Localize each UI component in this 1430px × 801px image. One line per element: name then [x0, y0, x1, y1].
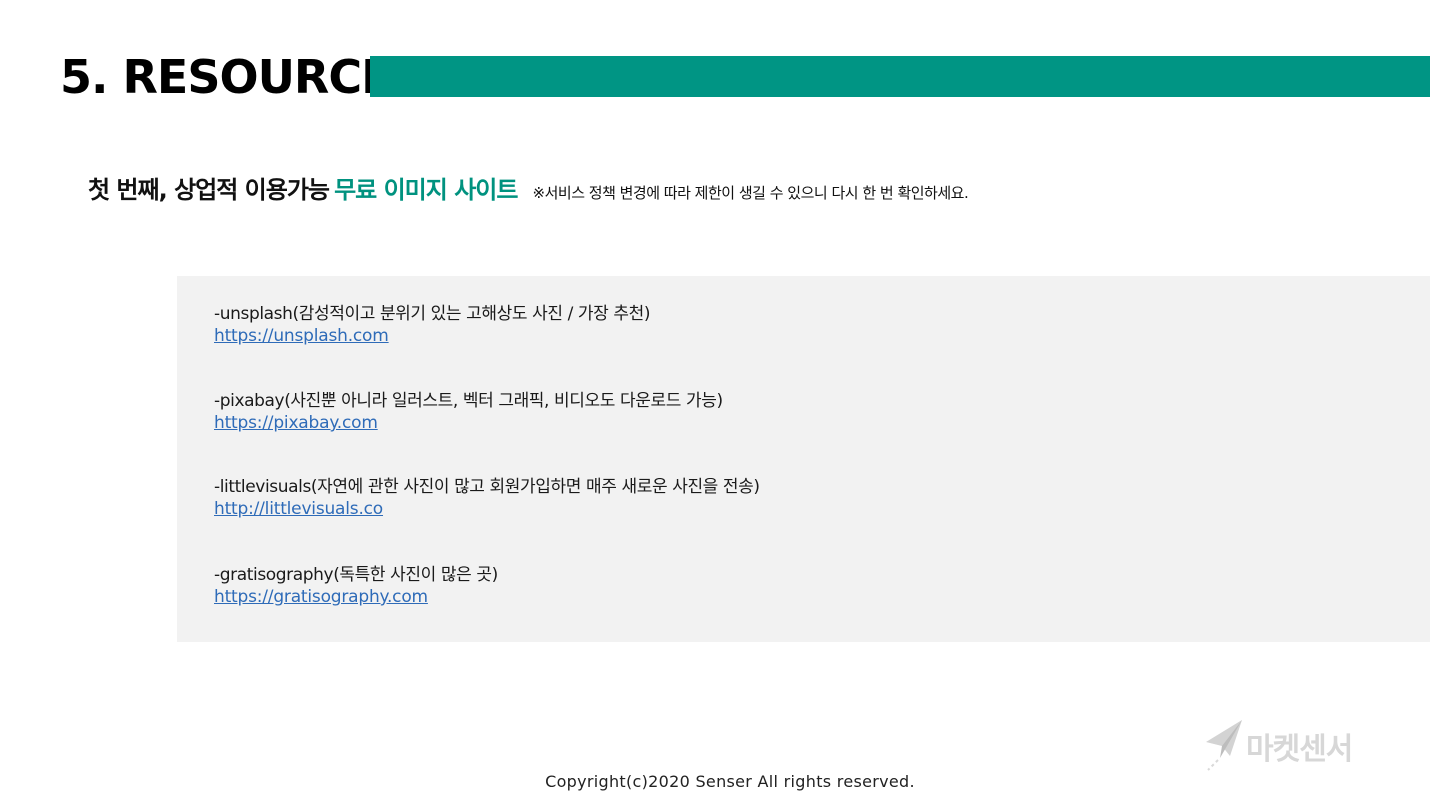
subtitle-accent: 무료 이미지 사이트 [334, 176, 518, 204]
resource-link-unsplash[interactable]: https://unsplash.com [214, 325, 389, 347]
resource-description: -unsplash(감성적이고 분위기 있는 고해상도 사진 / 가장 추천) [214, 304, 651, 324]
page-title: 5. RESOURCE [60, 50, 393, 104]
resource-description: -littlevisuals(자연에 관한 사진이 많고 회원가입하면 매주 새… [214, 477, 760, 497]
header-accent-bar [370, 56, 1430, 97]
resource-item-unsplash: -unsplash(감성적이고 분위기 있는 고해상도 사진 / 가장 추천) … [214, 303, 651, 347]
section-subtitle: 첫 번째, 상업적 이용가능 무료 이미지 사이트 ※서비스 정책 변경에 따라… [88, 170, 969, 205]
subtitle-note: ※서비스 정책 변경에 따라 제한이 생길 수 있으니 다시 한 번 확인하세요… [532, 184, 969, 202]
watermark-text: 마켓센서 [1246, 732, 1353, 767]
resource-item-pixabay: -pixabay(사진뿐 아니라 일러스트, 벡터 그래픽, 비디오도 다운로드… [214, 390, 723, 434]
resource-item-gratisography: -gratisography(독특한 사진이 많은 곳) https://gra… [214, 564, 498, 608]
resource-link-gratisography[interactable]: https://gratisography.com [214, 586, 428, 608]
resource-item-littlevisuals: -littlevisuals(자연에 관한 사진이 많고 회원가입하면 매주 새… [214, 476, 760, 520]
resource-description: -pixabay(사진뿐 아니라 일러스트, 벡터 그래픽, 비디오도 다운로드… [214, 391, 723, 411]
resource-link-littlevisuals[interactable]: http://littlevisuals.co [214, 498, 383, 520]
paper-plane-icon [1204, 716, 1244, 776]
subtitle-lead: 첫 번째, 상업적 이용가능 [88, 176, 330, 204]
footer-copyright: Copyright(c)2020 Senser All rights reser… [545, 772, 915, 791]
resource-list-box: -unsplash(감성적이고 분위기 있는 고해상도 사진 / 가장 추천) … [177, 276, 1430, 642]
resource-link-pixabay[interactable]: https://pixabay.com [214, 412, 378, 434]
brand-watermark: 마켓센서 [1204, 716, 1353, 776]
resource-description: -gratisography(독특한 사진이 많은 곳) [214, 565, 498, 585]
